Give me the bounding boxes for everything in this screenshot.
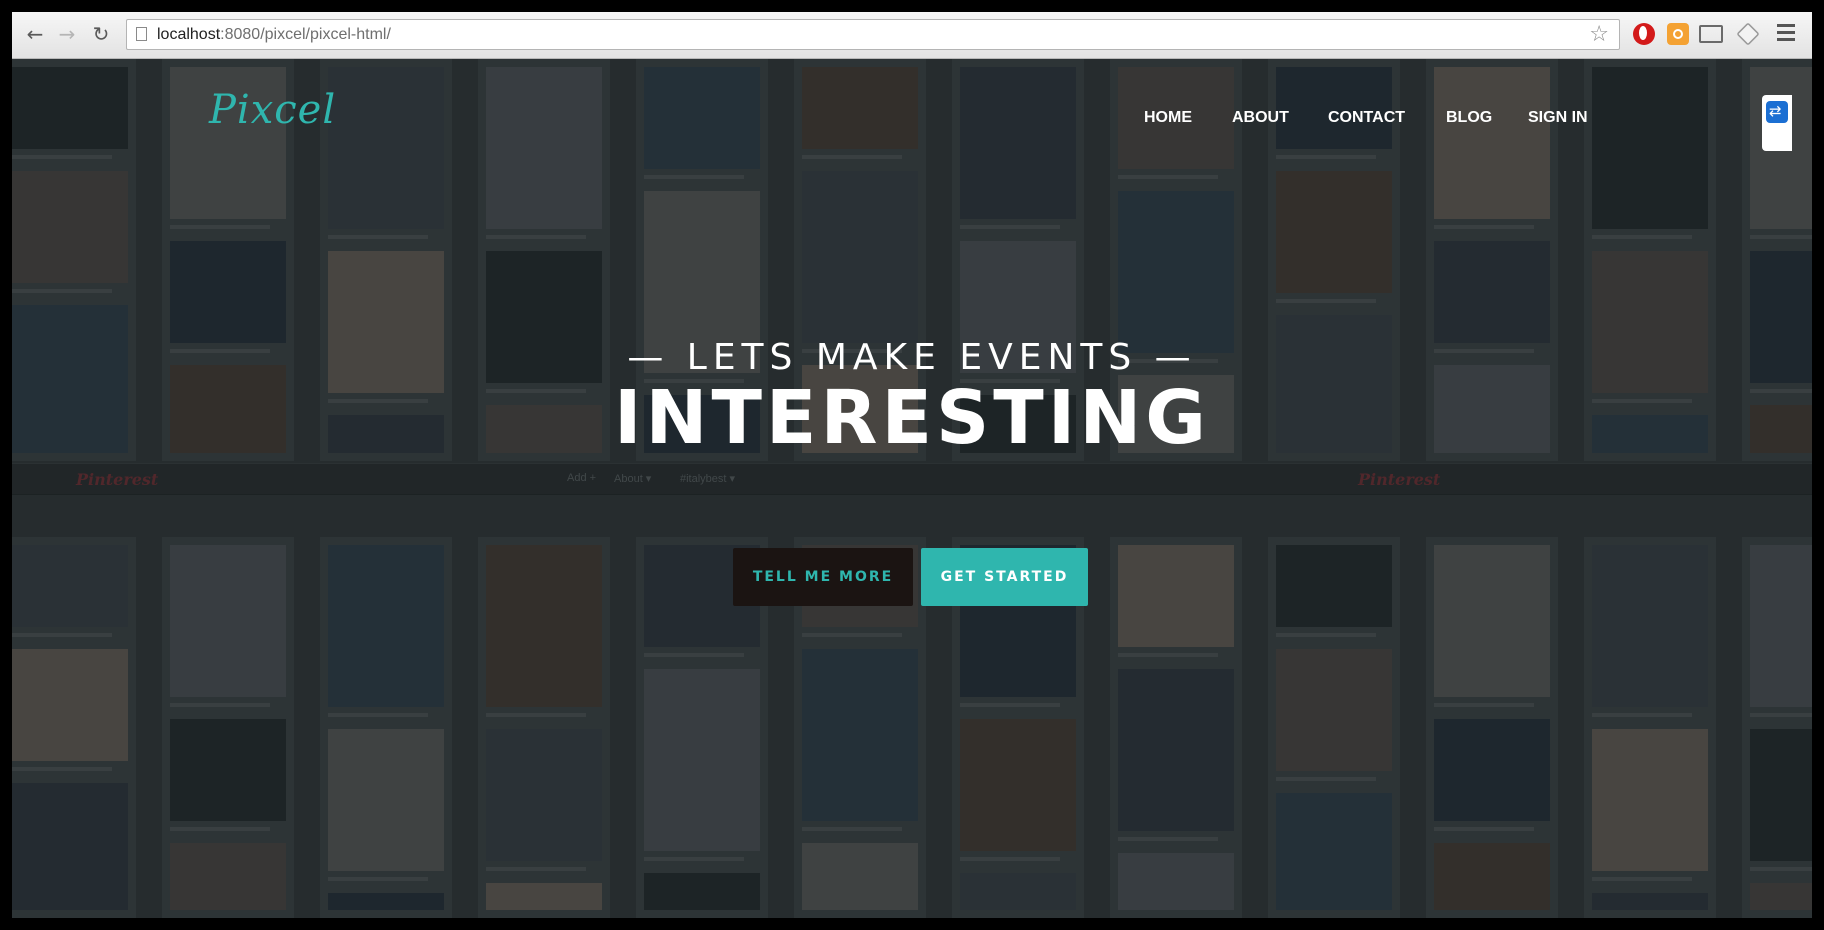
browser-toolbar: ← → ↻ localhost:8080/pixcel/pixcel-html/… xyxy=(12,12,1812,59)
star-icon[interactable]: ☆ xyxy=(1589,22,1609,47)
url-text[interactable]: localhost:8080/pixcel/pixcel-html/ xyxy=(157,26,391,44)
page-icon xyxy=(136,27,147,41)
cube-icon[interactable] xyxy=(1736,22,1760,46)
forward-icon[interactable]: → xyxy=(54,21,80,47)
back-icon[interactable]: ← xyxy=(22,21,48,47)
nav-contact[interactable]: CONTACT xyxy=(1328,109,1405,127)
tell-me-more-button[interactable]: TELL ME MORE xyxy=(733,548,913,606)
browser-window: ← → ↻ localhost:8080/pixcel/pixcel-html/… xyxy=(12,12,1812,918)
cast-icon[interactable] xyxy=(1699,25,1723,43)
url-path: :8080/pixcel/pixcel-html/ xyxy=(220,26,391,43)
hero-subtitle: — LETS MAKE EVENTS — xyxy=(627,337,1197,378)
nav-sign-in[interactable]: SIGN IN xyxy=(1528,109,1588,127)
menu-icon[interactable] xyxy=(1777,24,1795,44)
nav-about[interactable]: ABOUT xyxy=(1232,109,1289,127)
hero-title: INTERESTING xyxy=(613,375,1210,461)
url-host: localhost xyxy=(157,26,221,43)
teamviewer-tab[interactable] xyxy=(1762,95,1792,151)
reload-icon[interactable]: ↻ xyxy=(88,21,114,47)
address-bar[interactable]: localhost:8080/pixcel/pixcel-html/ ☆ xyxy=(126,19,1620,50)
teamviewer-icon xyxy=(1766,101,1788,123)
nav-blog[interactable]: BLOG xyxy=(1446,109,1492,127)
page-viewport: Pinterest Add + About ▾ #italybest ▾ Pin… xyxy=(12,59,1812,918)
main-nav: HOME ABOUT CONTACT BLOG SIGN IN xyxy=(12,109,1812,139)
get-started-button[interactable]: GET STARTED xyxy=(921,548,1088,606)
opera-icon[interactable] xyxy=(1633,23,1655,45)
nav-home[interactable]: HOME xyxy=(1144,109,1192,127)
extension-icon[interactable] xyxy=(1667,23,1689,45)
dark-overlay xyxy=(12,59,1812,918)
